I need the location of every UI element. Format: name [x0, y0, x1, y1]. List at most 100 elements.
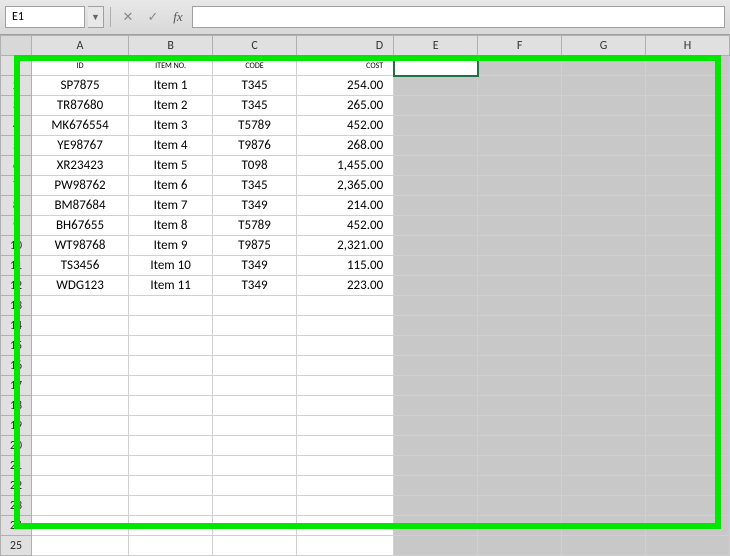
- cancel-icon[interactable]: ✕: [117, 6, 139, 28]
- cell-A18[interactable]: [31, 396, 128, 416]
- cell-D5[interactable]: 268.00: [296, 136, 393, 156]
- name-box[interactable]: E1: [5, 6, 85, 28]
- cell-A19[interactable]: [31, 416, 128, 436]
- cell-B21[interactable]: [129, 456, 213, 476]
- cell-H20[interactable]: [645, 436, 729, 456]
- cell-H25[interactable]: [645, 536, 729, 556]
- cell-B13[interactable]: [129, 296, 213, 316]
- cell-A11[interactable]: TS3456: [31, 256, 128, 276]
- row-header-2[interactable]: 2: [1, 76, 32, 96]
- row-header-13[interactable]: 13: [1, 296, 32, 316]
- cell-F22[interactable]: [478, 476, 562, 496]
- cell-D24[interactable]: [296, 516, 393, 536]
- row-header-5[interactable]: 5: [1, 136, 32, 156]
- insert-function-icon[interactable]: fx: [167, 6, 189, 28]
- row-header-14[interactable]: 14: [1, 316, 32, 336]
- cell-F15[interactable]: [478, 336, 562, 356]
- cell-H13[interactable]: [645, 296, 729, 316]
- cell-H17[interactable]: [645, 376, 729, 396]
- cell-A20[interactable]: [31, 436, 128, 456]
- cell-D14[interactable]: [296, 316, 393, 336]
- cell-A16[interactable]: [31, 356, 128, 376]
- cell-B5[interactable]: Item 4: [129, 136, 213, 156]
- cell-C6[interactable]: T098: [213, 156, 297, 176]
- row-header-8[interactable]: 8: [1, 196, 32, 216]
- cell-F16[interactable]: [478, 356, 562, 376]
- cell-D17[interactable]: [296, 376, 393, 396]
- cell-H22[interactable]: [645, 476, 729, 496]
- cell-G3[interactable]: [562, 96, 646, 116]
- cell-C5[interactable]: T9876: [213, 136, 297, 156]
- column-header-b[interactable]: B: [129, 36, 213, 56]
- cell-D10[interactable]: 2,321.00: [296, 236, 393, 256]
- cell-D9[interactable]: 452.00: [296, 216, 393, 236]
- cell-B2[interactable]: Item 1: [129, 76, 213, 96]
- cell-A9[interactable]: BH67655: [31, 216, 128, 236]
- cell-E21[interactable]: [394, 456, 478, 476]
- formula-input[interactable]: [192, 6, 725, 28]
- cell-G18[interactable]: [562, 396, 646, 416]
- cell-H10[interactable]: [645, 236, 729, 256]
- column-header-e[interactable]: E: [394, 36, 478, 56]
- cell-G1[interactable]: [562, 56, 646, 76]
- cell-D7[interactable]: 2,365.00: [296, 176, 393, 196]
- cell-C11[interactable]: T349: [213, 256, 297, 276]
- cell-A17[interactable]: [31, 376, 128, 396]
- cell-E25[interactable]: [394, 536, 478, 556]
- cell-H8[interactable]: [645, 196, 729, 216]
- cell-G25[interactable]: [562, 536, 646, 556]
- cell-E11[interactable]: [394, 256, 478, 276]
- cell-A13[interactable]: [31, 296, 128, 316]
- cell-E12[interactable]: [394, 276, 478, 296]
- row-header-12[interactable]: 12: [1, 276, 32, 296]
- cell-A5[interactable]: YE98767: [31, 136, 128, 156]
- column-header-d[interactable]: D: [296, 36, 393, 56]
- cell-B17[interactable]: [129, 376, 213, 396]
- cell-A2[interactable]: SP7875: [31, 76, 128, 96]
- cell-H24[interactable]: [645, 516, 729, 536]
- cell-D11[interactable]: 115.00: [296, 256, 393, 276]
- column-header-g[interactable]: G: [562, 36, 646, 56]
- cell-F11[interactable]: [478, 256, 562, 276]
- cell-H23[interactable]: [645, 496, 729, 516]
- cell-C18[interactable]: [213, 396, 297, 416]
- cell-A14[interactable]: [31, 316, 128, 336]
- cell-E23[interactable]: [394, 496, 478, 516]
- row-header-11[interactable]: 11: [1, 256, 32, 276]
- cell-A8[interactable]: BM87684: [31, 196, 128, 216]
- cell-D23[interactable]: [296, 496, 393, 516]
- worksheet-grid[interactable]: ABCDEFGH 1IDITEM NO.CODECOST2SP7875Item …: [0, 35, 730, 534]
- cell-B10[interactable]: Item 9: [129, 236, 213, 256]
- cell-G24[interactable]: [562, 516, 646, 536]
- cell-H4[interactable]: [645, 116, 729, 136]
- cell-A12[interactable]: WDG123: [31, 276, 128, 296]
- cell-E16[interactable]: [394, 356, 478, 376]
- cell-G20[interactable]: [562, 436, 646, 456]
- cell-B25[interactable]: [129, 536, 213, 556]
- cell-B15[interactable]: [129, 336, 213, 356]
- cell-F20[interactable]: [478, 436, 562, 456]
- cell-A21[interactable]: [31, 456, 128, 476]
- cell-C10[interactable]: T9875: [213, 236, 297, 256]
- cell-G16[interactable]: [562, 356, 646, 376]
- cell-C17[interactable]: [213, 376, 297, 396]
- cell-B9[interactable]: Item 8: [129, 216, 213, 236]
- cell-G23[interactable]: [562, 496, 646, 516]
- cell-F13[interactable]: [478, 296, 562, 316]
- column-header-h[interactable]: H: [645, 36, 729, 56]
- cell-E24[interactable]: [394, 516, 478, 536]
- cell-A3[interactable]: TR87680: [31, 96, 128, 116]
- cell-D18[interactable]: [296, 396, 393, 416]
- cell-H6[interactable]: [645, 156, 729, 176]
- row-header-9[interactable]: 9: [1, 216, 32, 236]
- cell-E19[interactable]: [394, 416, 478, 436]
- cell-C25[interactable]: [213, 536, 297, 556]
- row-header-3[interactable]: 3: [1, 96, 32, 116]
- cell-H7[interactable]: [645, 176, 729, 196]
- cell-E20[interactable]: [394, 436, 478, 456]
- cell-E5[interactable]: [394, 136, 478, 156]
- cell-B22[interactable]: [129, 476, 213, 496]
- cell-B3[interactable]: Item 2: [129, 96, 213, 116]
- cell-G4[interactable]: [562, 116, 646, 136]
- row-header-20[interactable]: 20: [1, 436, 32, 456]
